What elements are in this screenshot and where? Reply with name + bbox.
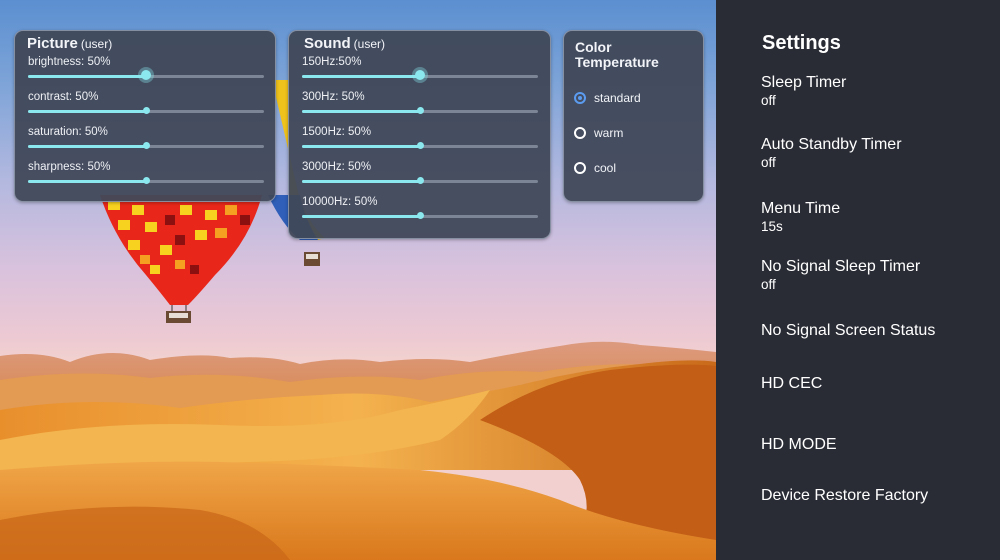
radio-unselected-icon[interactable] xyxy=(574,162,586,174)
settings-item-label: No Signal Screen Status xyxy=(761,322,936,339)
slider-fill xyxy=(302,180,420,183)
slider-label: saturation: 50% xyxy=(28,126,108,138)
sound-panel: Sound (user) 150Hz:50% 300Hz: 50% 1500Hz: 5… xyxy=(288,30,551,239)
picture-title-text: Picture xyxy=(27,35,78,52)
background-wallpaper: Picture (user) brightness: 50% contrast: 5… xyxy=(0,0,716,560)
color-temperature-title-line2: Temperature xyxy=(575,54,659,70)
slider-track[interactable] xyxy=(28,142,264,149)
settings-item-value: off xyxy=(761,277,776,292)
settings-item-hd-mode[interactable]: HD MODE xyxy=(761,436,837,454)
color-temp-option-label: warm xyxy=(594,126,624,140)
slider-track[interactable] xyxy=(302,70,538,80)
settings-item-label: Auto Standby Timer xyxy=(761,136,902,153)
color-temperature-title-line1: Color xyxy=(575,39,612,55)
slider-thumb[interactable] xyxy=(143,177,150,184)
slider-track[interactable] xyxy=(28,107,264,114)
slider-track[interactable] xyxy=(28,70,264,80)
settings-title: Settings xyxy=(762,32,841,54)
slider-track[interactable] xyxy=(302,212,538,219)
slider-label: 300Hz: 50% xyxy=(302,91,365,103)
slider-fill xyxy=(28,145,146,148)
settings-item-label: HD MODE xyxy=(761,436,837,453)
slider-label: 150Hz:50% xyxy=(302,56,362,68)
slider-label: sharpness: 50% xyxy=(28,161,111,173)
slider-fill xyxy=(302,110,420,113)
slider-fill xyxy=(28,180,146,183)
settings-item-hd-cec[interactable]: HD CEC xyxy=(761,375,822,393)
color-temperature-panel: Color Temperature standard warm cool xyxy=(563,30,704,202)
color-temp-option-warm[interactable]: warm xyxy=(574,126,623,140)
picture-title: Picture (user) xyxy=(27,35,112,52)
sound-title-text: Sound xyxy=(304,35,351,52)
settings-item-auto-standby-timer[interactable]: Auto Standby Timer off xyxy=(761,136,902,170)
slider-track[interactable] xyxy=(28,177,264,184)
picture-mode: (user) xyxy=(80,37,113,51)
color-temp-option-standard[interactable]: standard xyxy=(574,91,641,105)
slider-thumb[interactable] xyxy=(143,107,150,114)
picture-panel: Picture (user) brightness: 50% contrast: 5… xyxy=(14,30,276,202)
slider-label: contrast: 50% xyxy=(28,91,99,103)
slider-fill xyxy=(28,110,146,113)
slider-label: brightness: 50% xyxy=(28,56,111,68)
slider-fill xyxy=(302,215,420,218)
settings-item-no-signal-sleep-timer[interactable]: No Signal Sleep Timer off xyxy=(761,258,920,292)
sound-title: Sound (user) xyxy=(304,35,385,52)
slider-label: 10000Hz: 50% xyxy=(302,196,378,208)
settings-item-value: 15s xyxy=(761,219,783,234)
settings-item-device-restore-factory[interactable]: Device Restore Factory xyxy=(761,487,928,505)
slider-thumb[interactable] xyxy=(417,142,424,149)
settings-item-value: off xyxy=(761,155,776,170)
slider-thumb[interactable] xyxy=(415,70,425,80)
settings-item-label: HD CEC xyxy=(761,375,823,392)
settings-item-label: No Signal Sleep Timer xyxy=(761,258,921,275)
radio-unselected-icon[interactable] xyxy=(574,127,586,139)
slider-label: 1500Hz: 50% xyxy=(302,126,372,138)
color-temperature-title: Color Temperature xyxy=(575,40,659,70)
slider-thumb[interactable] xyxy=(417,107,424,114)
hot-air-balloon-large xyxy=(100,195,262,323)
settings-item-label: Sleep Timer xyxy=(761,74,847,91)
slider-thumb[interactable] xyxy=(141,70,151,80)
color-temp-option-label: standard xyxy=(594,91,641,105)
settings-item-value: off xyxy=(761,93,776,108)
slider-fill xyxy=(302,145,420,148)
slider-label: 3000Hz: 50% xyxy=(302,161,372,173)
sound-mode: (user) xyxy=(353,37,385,51)
slider-track[interactable] xyxy=(302,177,538,184)
settings-item-label: Device Restore Factory xyxy=(761,487,929,504)
slider-thumb[interactable] xyxy=(417,212,424,219)
slider-track[interactable] xyxy=(302,107,538,114)
settings-sidebar: Settings Sleep Timer off Auto Standby Time… xyxy=(716,0,1000,560)
radio-selected-icon[interactable] xyxy=(574,92,586,104)
color-temp-option-cool[interactable]: cool xyxy=(574,161,616,175)
slider-fill xyxy=(28,75,146,78)
settings-item-menu-time[interactable]: Menu Time 15s xyxy=(761,200,840,234)
settings-item-sleep-timer[interactable]: Sleep Timer off xyxy=(761,74,846,108)
slider-track[interactable] xyxy=(302,142,538,149)
color-temp-option-label: cool xyxy=(594,161,617,175)
settings-item-no-signal-screen-status[interactable]: No Signal Screen Status xyxy=(761,322,935,340)
slider-fill xyxy=(302,75,420,78)
slider-thumb[interactable] xyxy=(417,177,424,184)
slider-thumb[interactable] xyxy=(143,142,150,149)
settings-item-label: Menu Time xyxy=(761,200,841,217)
